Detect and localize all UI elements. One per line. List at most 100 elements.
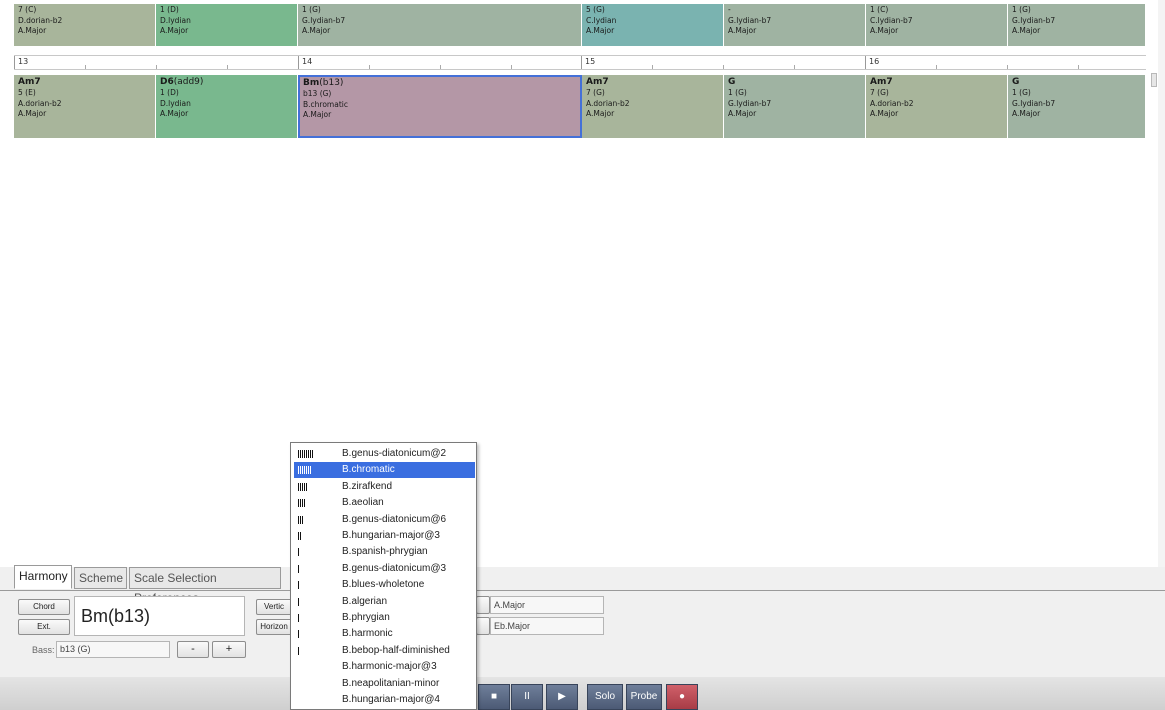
degree-text: 1 (G) <box>728 88 747 97</box>
bass-plus-button[interactable]: + <box>212 641 246 658</box>
scale-option[interactable]: B.chromatic <box>294 462 475 479</box>
vertical-button[interactable]: Vertic <box>256 599 292 615</box>
tab-scale-selection-preferences[interactable]: Scale Selection Preferences <box>129 567 281 605</box>
tab-divider <box>0 590 1165 591</box>
measure-15: 15 <box>581 56 865 69</box>
strength-bar <box>298 466 299 475</box>
scale-field[interactable]: Eb.Major <box>490 617 604 635</box>
scale-option[interactable]: B.spanish-phrygian <box>294 544 475 560</box>
scale-option[interactable]: B.phrygian <box>294 610 475 626</box>
degree-text: 1 (D) <box>160 5 179 14</box>
scale-option[interactable]: B.blues-wholetone <box>294 577 475 593</box>
play-button[interactable]: ▶ <box>546 684 578 710</box>
chord-root: G <box>1012 77 1020 87</box>
probe-button[interactable]: Probe <box>626 684 662 710</box>
scale-option[interactable]: B.hungarian-major@3 <box>294 528 475 544</box>
match-strength-bars <box>298 646 299 655</box>
scale-option[interactable]: B.bebop-half-diminished <box>294 643 475 659</box>
scale-option[interactable]: B.genus-diatonicum@6 <box>294 512 475 528</box>
scale-option[interactable]: B.aeolian <box>294 495 475 511</box>
scale-option-label: B.algerian <box>342 595 388 607</box>
chord-root: Am7 <box>18 77 41 87</box>
match-strength-bars <box>298 482 307 491</box>
bass-label: Bass: <box>32 645 55 655</box>
bass-minus-button[interactable]: - <box>177 641 209 658</box>
chord-block[interactable]: Am7 7 (G) A.dorian-b2 A.Major <box>866 75 1008 138</box>
strength-bar <box>298 532 299 540</box>
scale-block[interactable]: 5 (G) C.lydian A.Major <box>582 4 724 46</box>
scale-option-label: B.harmonic-major@3 <box>342 661 437 673</box>
record-button[interactable]: ● <box>666 684 698 710</box>
scale-block[interactable]: 7 (C) D.dorian-b2 A.Major <box>14 4 156 46</box>
key-text: A.Major <box>870 109 899 118</box>
scale-block[interactable]: 1 (D) D.lydian A.Major <box>156 4 298 46</box>
match-strength-bars <box>298 597 299 606</box>
beat-tick <box>936 65 937 69</box>
measure-number: 13 <box>18 57 29 66</box>
chord-block[interactable]: G1 (G) G.lydian-b7 A.Major <box>1008 75 1146 138</box>
scale-block[interactable]: 1 (G) G.lydian-b7 A.Major <box>1008 4 1146 46</box>
chord-block[interactable]: Bm(b13) b13 (G) B.chromatic A.Major <box>298 75 582 138</box>
strength-bar <box>300 499 301 508</box>
chord-button[interactable]: Chord <box>18 599 70 615</box>
degree-text: b13 (G) <box>303 89 332 98</box>
strength-bar <box>298 581 299 590</box>
scale-block[interactable]: 1 (G) G.lydian-b7 A.Major <box>298 4 582 46</box>
scale-option-label: B.phrygian <box>342 612 390 623</box>
scale-option[interactable]: B.harmonic-major@3 <box>294 659 475 675</box>
key-field[interactable]: A.Major <box>490 596 604 614</box>
chord-extension: (add9) <box>173 77 204 87</box>
scale-option-label: B.zirafkend <box>342 480 393 492</box>
chord-name-field[interactable]: Bm(b13) <box>74 596 245 636</box>
scale-text: B.chromatic <box>303 99 348 109</box>
scale-option[interactable]: B.genus-diatonicum@3 <box>294 561 475 577</box>
scale-text: A.dorian-b2 <box>586 98 630 108</box>
transport-bar <box>0 677 1165 710</box>
tab-scheme[interactable]: Scheme <box>74 567 127 589</box>
match-strength-bars <box>298 564 299 573</box>
scale-text: G.lydian-b7 <box>728 15 772 25</box>
beat-tick <box>227 65 228 69</box>
match-strength-bars <box>298 630 299 639</box>
strength-bar <box>300 482 301 491</box>
key-select-button[interactable] <box>476 596 490 614</box>
key-text: A.Major <box>18 109 47 118</box>
scale-block[interactable]: - G.lydian-b7 A.Major <box>724 4 866 46</box>
scale-option[interactable]: B.harmonic <box>294 626 475 642</box>
extension-button[interactable]: Ext. <box>18 619 70 635</box>
strength-bar <box>306 482 307 491</box>
vertical-scrollbar[interactable] <box>1158 0 1165 567</box>
pause-button[interactable]: II <box>511 684 543 710</box>
strength-bar <box>304 499 305 508</box>
stop-button[interactable]: ■ <box>478 684 510 710</box>
chord-extension: (b13) <box>319 78 344 88</box>
chord-block[interactable]: Am7 7 (G) A.dorian-b2 A.Major <box>582 75 724 138</box>
strength-bar <box>298 515 299 524</box>
scale-option[interactable]: B.genus-diatonicum@2 <box>294 446 475 462</box>
match-strength-bars <box>298 614 299 622</box>
scale-block[interactable]: 1 (C) C.lydian-b7 A.Major <box>866 4 1008 46</box>
degree-text: 1 (G) <box>1012 88 1031 97</box>
key-text: A.Major <box>586 109 615 118</box>
scale-select-button[interactable] <box>476 617 490 635</box>
horizontal-button[interactable]: Horizon <box>256 619 292 635</box>
scale-option-label: B.genus-diatonicum@2 <box>342 448 447 459</box>
strength-bar <box>302 499 303 508</box>
bass-field[interactable]: b13 (G) <box>56 641 170 658</box>
scale-option[interactable]: B.zirafkend <box>294 479 475 495</box>
chord-block[interactable]: G1 (G) G.lydian-b7 A.Major <box>724 75 866 138</box>
degree-text: 1 (G) <box>1012 5 1031 14</box>
scale-text: A.dorian-b2 <box>18 98 62 108</box>
chord-block[interactable]: D6(add9) 1 (D) D.lydian A.Major <box>156 75 298 138</box>
chord-block[interactable]: Am7 5 (E) A.dorian-b2 A.Major <box>14 75 156 138</box>
strength-bar <box>298 482 299 491</box>
strength-bar <box>298 646 299 655</box>
scale-option[interactable]: B.hungarian-major@4 <box>294 692 475 708</box>
scale-option[interactable]: B.neapolitanian-minor <box>294 676 475 692</box>
scrollbar-thumb[interactable] <box>1151 73 1157 87</box>
scale-option[interactable]: B.algerian <box>294 594 475 610</box>
solo-button[interactable]: Solo <box>587 684 623 710</box>
scale-dropdown[interactable]: B.genus-diatonicum@2 B.chromatic B.zirafke… <box>290 442 477 710</box>
degree-text: 1 (D) <box>160 88 179 97</box>
tab-harmony[interactable]: Harmony <box>14 565 72 589</box>
